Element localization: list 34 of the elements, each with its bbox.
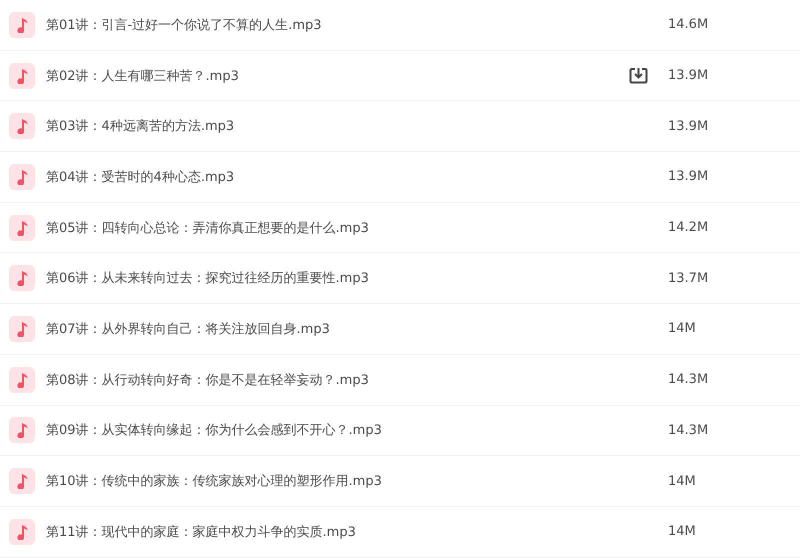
file-name[interactable]: 第09讲：从实体转向缘起：你为什么会感到不开心？.mp3 xyxy=(46,421,606,440)
file-name[interactable]: 第07讲：从外界转向自己：将关注放回自身.mp3 xyxy=(46,320,606,338)
download-icon[interactable] xyxy=(628,67,648,84)
music-note-icon xyxy=(9,518,35,545)
file-size: 14.2M xyxy=(668,220,708,236)
music-note-icon xyxy=(9,113,35,140)
music-note-icon xyxy=(9,214,35,241)
file-name[interactable]: 第10讲：传统中的家族：传统家族对心理的塑形作用.mp3 xyxy=(46,472,606,490)
file-name[interactable]: 第03讲：4种远离苦的方法.mp3 xyxy=(46,117,606,136)
file-name[interactable]: 第01讲：引言-过好一个你说了不算的人生.mp3 xyxy=(46,16,606,34)
music-note-icon xyxy=(9,164,35,190)
music-note-icon xyxy=(9,468,35,494)
music-note-icon xyxy=(9,12,35,38)
file-size: 14.3M xyxy=(668,422,708,438)
music-note-icon xyxy=(9,366,35,393)
file-size: 14M xyxy=(668,321,696,336)
file-name[interactable]: 第11讲：现代中的家庭：家庭中权力斗争的实质.mp3 xyxy=(46,522,606,541)
file-name[interactable]: 第06讲：从未来转向过去：探究过往经历的重要性.mp3 xyxy=(46,269,606,288)
file-size: 14M xyxy=(668,474,696,489)
file-name[interactable]: 第05讲：四转向心总论：弄清你真正想要的是什么.mp3 xyxy=(46,218,606,237)
file-size: 13.9M xyxy=(668,68,708,84)
file-size: 13.9M xyxy=(668,169,708,184)
music-note-icon xyxy=(9,316,35,342)
file-size: 14.3M xyxy=(668,372,708,388)
file-size: 14.6M xyxy=(668,17,708,32)
music-note-icon xyxy=(9,265,35,292)
file-size: 13.7M xyxy=(668,270,708,286)
file-size: 13.9M xyxy=(668,118,708,134)
file-size: 14M xyxy=(668,524,696,540)
music-note-icon xyxy=(9,62,35,89)
file-name[interactable]: 第04讲：受苦时的4种心态.mp3 xyxy=(46,168,606,186)
file-name[interactable]: 第08讲：从行动转向好奇：你是不是在轻举妄动？.mp3 xyxy=(46,370,606,389)
music-note-icon xyxy=(9,417,35,444)
file-name[interactable]: 第02讲：人生有哪三种苦？.mp3 xyxy=(46,66,606,85)
